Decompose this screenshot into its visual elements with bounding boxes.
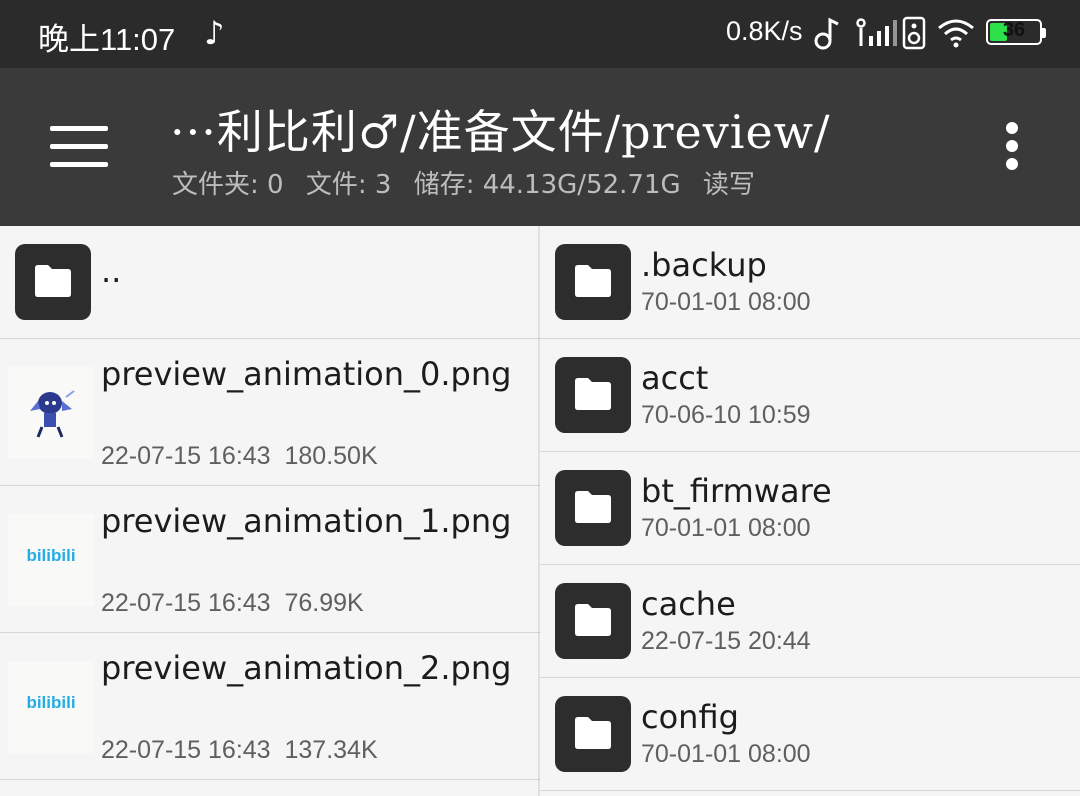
folder-icon bbox=[555, 357, 631, 433]
file-row[interactable]: bilibili preview_animation_1.png 22-07-1… bbox=[0, 486, 540, 633]
file-date: 22-07-15 16:43 bbox=[101, 589, 271, 617]
file-name: preview_animation_1.png bbox=[101, 502, 512, 540]
folder-date: 70-01-01 08:00 bbox=[641, 288, 811, 316]
file-size: 137.34K bbox=[284, 736, 378, 764]
access-mode: 读写 bbox=[702, 170, 755, 200]
file-size: 180.50K bbox=[284, 442, 378, 470]
music-note-icon: ♪ bbox=[204, 14, 225, 52]
file-row[interactable]: bilibili preview_animation_2.png 22-07-1… bbox=[0, 633, 540, 780]
folder-row[interactable]: config 70-01-01 08:00 bbox=[540, 678, 1080, 791]
menu-button[interactable] bbox=[40, 118, 118, 176]
folder-row[interactable]: bt_firmware 70-01-01 08:00 bbox=[540, 452, 1080, 565]
folder-row[interactable]: acct 70-06-10 10:59 bbox=[540, 339, 1080, 452]
file-date: 22-07-15 16:43 bbox=[101, 736, 271, 764]
network-speed: 0.8K/s bbox=[726, 16, 803, 46]
file-name: preview_animation_0.png bbox=[101, 355, 512, 393]
folder-name: cache bbox=[641, 585, 736, 623]
folder-name: bt_firmware bbox=[641, 472, 832, 510]
folder-icon bbox=[555, 470, 631, 546]
right-file-pane[interactable]: .backup 70-01-01 08:00 acct 70-06-10 10:… bbox=[540, 226, 1080, 796]
file-count: 文件: 3 bbox=[305, 170, 392, 200]
app-bar: ···利比利♂/准备文件/preview/ 文件夹: 0 文件: 3 储存: 4… bbox=[0, 68, 1080, 226]
parent-directory-row[interactable]: .. bbox=[0, 226, 540, 339]
battery-icon: 36 bbox=[986, 19, 1046, 45]
folder-date: 70-01-01 08:00 bbox=[641, 514, 811, 542]
bilibili-logo: bilibili bbox=[26, 546, 76, 565]
folder-count: 文件夹: 0 bbox=[172, 170, 284, 200]
file-size: 76.99K bbox=[284, 589, 364, 617]
folder-name: .backup bbox=[641, 246, 767, 284]
parent-directory-label: .. bbox=[101, 252, 122, 290]
wifi-icon bbox=[938, 19, 974, 48]
status-bar: 晚上11:07 ♪ 0.8K/s 36 bbox=[0, 0, 1080, 68]
image-thumbnail: bilibili bbox=[8, 661, 94, 753]
file-name: preview_animation_2.png bbox=[101, 649, 512, 687]
folder-icon bbox=[555, 696, 631, 772]
folder-name: config bbox=[641, 698, 739, 736]
file-row[interactable]: preview_animation_0.png 22-07-15 16:43 1… bbox=[0, 339, 540, 486]
bilibili-logo: bilibili bbox=[26, 693, 76, 712]
anime-character-icon bbox=[30, 390, 75, 438]
music-note-icon bbox=[814, 17, 839, 50]
folder-row[interactable]: .backup 70-01-01 08:00 bbox=[540, 226, 1080, 339]
signal-icon bbox=[856, 18, 897, 46]
battery-percent: 36 bbox=[1002, 19, 1026, 41]
current-path: ···利比利♂/准备文件/preview/ bbox=[170, 105, 831, 159]
image-thumbnail: bilibili bbox=[8, 514, 94, 606]
left-file-pane[interactable]: .. preview_animation_0.png 22-07-15 16:4… bbox=[0, 226, 540, 796]
storage-info: 储存: 44.13G/52.71G bbox=[413, 170, 681, 200]
folder-row[interactable]: cache 22-07-15 20:44 bbox=[540, 565, 1080, 678]
folder-icon bbox=[555, 244, 631, 320]
folder-icon bbox=[555, 583, 631, 659]
folder-date: 70-01-01 08:00 bbox=[641, 740, 811, 768]
hamburger-icon bbox=[50, 126, 108, 131]
more-options-button[interactable] bbox=[994, 118, 1030, 174]
status-time: 晚上11:07 bbox=[38, 22, 176, 57]
folder-date: 70-06-10 10:59 bbox=[641, 401, 811, 429]
more-vert-icon bbox=[1006, 122, 1018, 134]
folder-date: 22-07-15 20:44 bbox=[641, 627, 811, 655]
file-meta: 22-07-15 16:43 76.99K bbox=[101, 589, 364, 618]
folder-name: acct bbox=[641, 359, 709, 397]
image-thumbnail bbox=[8, 367, 94, 459]
speaker-icon bbox=[902, 16, 926, 50]
file-meta: 22-07-15 16:43 180.50K bbox=[101, 442, 378, 471]
file-meta: 22-07-15 16:43 137.34K bbox=[101, 736, 378, 765]
folder-icon bbox=[15, 244, 91, 320]
file-date: 22-07-15 16:43 bbox=[101, 442, 271, 470]
directory-summary: 文件夹: 0 文件: 3 储存: 44.13G/52.71G 读写 bbox=[172, 164, 769, 201]
